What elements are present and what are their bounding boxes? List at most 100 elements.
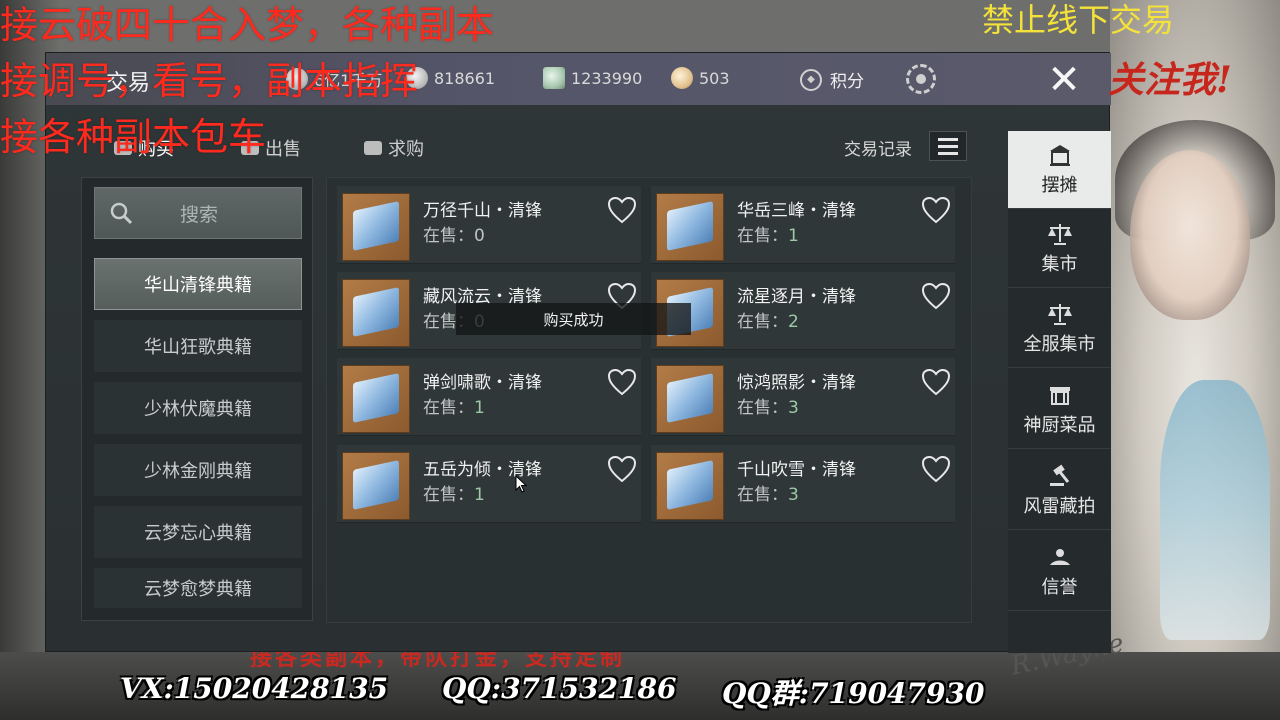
category-item-huashan-qingfeng[interactable]: 华山清锋典籍 [94, 258, 302, 310]
item-name: 流星逐月・清锋 [737, 287, 856, 307]
points-button[interactable]: ◆ 积分 [800, 67, 864, 92]
category-item-yunmeng-wangxin[interactable]: 云梦忘心典籍 [94, 506, 302, 558]
category-item-shaolin-fumo[interactable]: 少林伏魔典籍 [94, 382, 302, 434]
stock-label: 在售： [423, 398, 474, 418]
close-icon[interactable]: ✕ [1041, 57, 1087, 103]
overlay-ad-line-1: 接云破四十合入梦，各种副本 [0, 3, 495, 47]
item-card[interactable]: 弹剑啸歌・清锋 在售：1 [337, 358, 641, 436]
stock-label: 在售： [423, 226, 474, 246]
overlay-ad-line-3: 接各种副本包车 [0, 115, 267, 159]
nav-label: 信誉 [1041, 576, 1078, 598]
tab-label: 求购 [388, 139, 424, 160]
category-item-yunmeng-yumeng[interactable]: 云梦愈梦典籍 [94, 568, 302, 608]
item-stock: 在售：3 [737, 480, 799, 505]
portrait-face [1130, 150, 1250, 320]
settings-gear-icon[interactable] [906, 64, 936, 94]
contact-strip: VX:15020428135 QQ:371532186 QQ群:71904793… [0, 670, 1280, 710]
item-card[interactable]: 惊鸿照影・清锋 在售：3 [651, 358, 955, 436]
category-item-huashan-kuangge[interactable]: 华山狂歌典籍 [94, 320, 302, 372]
scale-icon [1047, 223, 1072, 245]
stall-icon [1049, 144, 1070, 166]
item-name: 千山吹雪・清锋 [737, 460, 856, 480]
item-stock: 在售：3 [737, 393, 799, 418]
list-menu-icon[interactable] [929, 131, 967, 161]
nav-label: 集市 [1041, 253, 1078, 275]
favorite-heart-icon[interactable] [607, 368, 637, 396]
money-bag-icon [671, 67, 693, 89]
contact-qq-group: QQ群:719047930 [722, 677, 985, 710]
scroll-book-icon [342, 279, 410, 347]
right-side-nav: 摆摊 集市 全服集市 神厨菜品 风雷藏拍 信誉 [1008, 131, 1111, 653]
item-stock: 在售：1 [423, 393, 485, 418]
scroll-book-icon [656, 452, 724, 520]
stock-count: 1 [788, 226, 799, 246]
item-card[interactable]: 万径千山・清锋 在售：0 [337, 186, 641, 264]
overlay-no-offline-trade: 禁止线下交易 [982, 1, 1175, 39]
nav-reputation[interactable]: 信誉 [1008, 533, 1111, 611]
points-label: 积分 [830, 72, 864, 92]
category-item-shaolin-jingang[interactable]: 少林金刚典籍 [94, 444, 302, 496]
tab-request[interactable]: 求购 [364, 135, 424, 161]
scroll-book-icon [656, 365, 724, 433]
nav-label: 风雷藏拍 [1023, 495, 1096, 517]
item-stock: 在售：0 [423, 221, 485, 246]
stock-label: 在售： [737, 226, 788, 246]
contact-wechat: VX:15020428135 [120, 672, 389, 705]
item-name: 惊鸿照影・清锋 [737, 373, 856, 393]
category-panel: 搜索 华山清锋典籍 华山狂歌典籍 少林伏魔典籍 少林金刚典籍 云梦忘心典籍 云梦… [81, 177, 313, 621]
portrait-dress [1160, 380, 1270, 640]
stock-count: 1 [474, 398, 485, 418]
nav-label: 全服集市 [1023, 333, 1096, 355]
favorite-heart-icon[interactable] [921, 282, 951, 310]
contact-qq: QQ:371532186 [442, 672, 677, 705]
search-input[interactable]: 搜索 [94, 187, 302, 239]
scroll-book-icon [342, 193, 410, 261]
item-card[interactable]: 华岳三峰・清锋 在售：1 [651, 186, 955, 264]
favorite-heart-icon[interactable] [921, 368, 951, 396]
auction-hammer-icon [1049, 464, 1069, 486]
request-icon [364, 141, 382, 155]
item-card[interactable]: 五岳为倾・清锋 在售：1 [337, 445, 641, 523]
points-icon: ◆ [800, 68, 822, 91]
nav-kitchen[interactable]: 神厨菜品 [1008, 371, 1111, 449]
nav-market[interactable]: 集市 [1008, 210, 1111, 288]
stock-count: 1 [474, 485, 485, 505]
overlay-ad-line-2: 接调号，看号，副本指挥 [0, 59, 419, 103]
reputation-icon [1049, 548, 1070, 565]
stock-count: 3 [788, 485, 799, 505]
stock-label: 在售： [737, 485, 788, 505]
favorite-heart-icon[interactable] [607, 455, 637, 483]
nav-label: 神厨菜品 [1023, 414, 1096, 436]
trade-record-link[interactable]: 交易记录 [844, 135, 912, 160]
kitchen-icon [1049, 386, 1070, 405]
favorite-heart-icon[interactable] [921, 455, 951, 483]
item-stock: 在售：1 [423, 480, 485, 505]
nav-server-market[interactable]: 全服集市 [1008, 290, 1111, 368]
jade-icon [543, 67, 565, 89]
item-grid: 万径千山・清锋 在售：0 华岳三峰・清锋 在售：1 藏风流云・清锋 在售：0 流… [326, 177, 972, 623]
favorite-heart-icon[interactable] [607, 196, 637, 224]
nav-auction[interactable]: 风雷藏拍 [1008, 452, 1111, 530]
scroll-book-icon [656, 193, 724, 261]
mouse-cursor-icon [515, 475, 527, 493]
currency-value: 818661 [434, 68, 496, 88]
stock-label: 在售： [737, 312, 788, 332]
favorite-heart-icon[interactable] [921, 196, 951, 224]
scroll-book-icon [342, 365, 410, 433]
stock-label: 在售： [737, 398, 788, 418]
nav-stall[interactable]: 摆摊 [1008, 131, 1111, 209]
scale-icon [1047, 303, 1072, 325]
currency-bag: 503 [671, 67, 730, 89]
item-name: 弹剑啸歌・清锋 [423, 373, 542, 393]
currency-jade: 1233990 [543, 67, 642, 89]
item-card[interactable]: 千山吹雪・清锋 在售：3 [651, 445, 955, 523]
currency-value: 503 [699, 68, 730, 88]
item-name: 万径千山・清锋 [423, 201, 542, 221]
item-card[interactable]: 流星逐月・清锋 在售：2 [651, 272, 955, 350]
tab-label: 出售 [265, 139, 301, 160]
stock-count: 2 [788, 312, 799, 332]
currency-silver-ingot: 818661 [406, 67, 495, 89]
item-stock: 在售：2 [737, 307, 799, 332]
item-name: 华岳三峰・清锋 [737, 201, 856, 221]
stock-label: 在售： [423, 485, 474, 505]
